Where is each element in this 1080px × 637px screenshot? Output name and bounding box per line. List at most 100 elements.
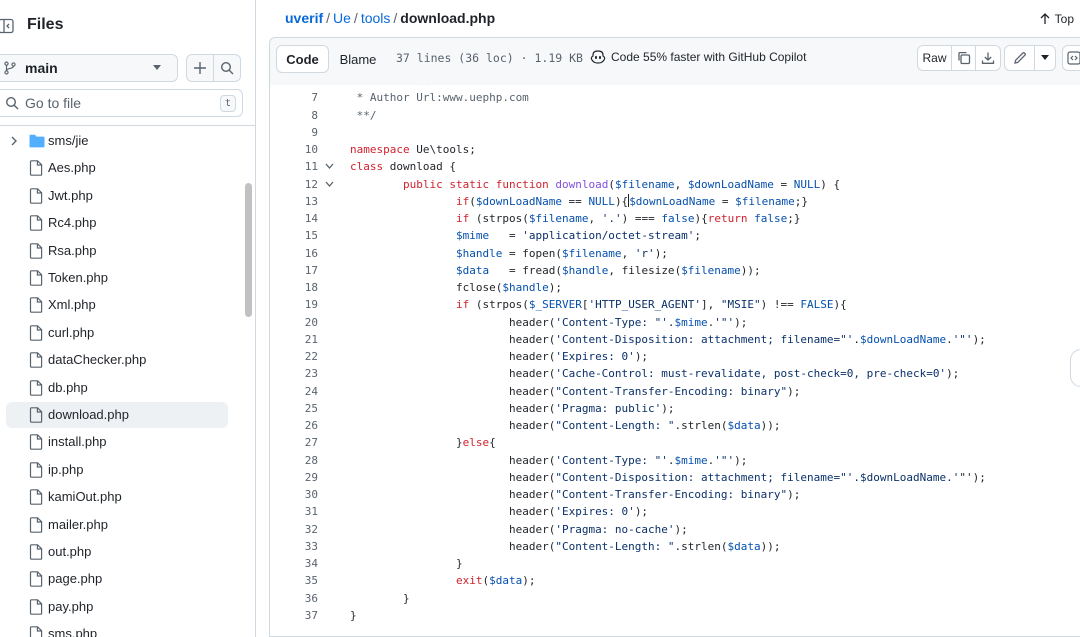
- file-icon: [29, 598, 43, 615]
- tree-file-item[interactable]: Xml.php: [6, 292, 228, 318]
- breadcrumb-repo-link[interactable]: uverif: [285, 10, 323, 26]
- line-number[interactable]: 15: [270, 227, 318, 244]
- line-number[interactable]: 27: [270, 434, 318, 451]
- copy-raw-button[interactable]: [952, 46, 976, 70]
- line-content: if (strpos($filename, '.') === false){re…: [455, 212, 801, 225]
- edit-file-button[interactable]: [1005, 46, 1035, 70]
- go-to-file-input[interactable]: Go to file t: [0, 89, 243, 117]
- line-number[interactable]: 30: [270, 486, 318, 503]
- line-number[interactable]: 16: [270, 245, 318, 262]
- line-number[interactable]: 20: [270, 314, 318, 331]
- search-files-button[interactable]: [213, 54, 241, 82]
- line-number[interactable]: 29: [270, 469, 318, 486]
- code-line: 11 class download {: [270, 158, 1080, 175]
- tree-file-item[interactable]: page.php: [6, 566, 228, 592]
- chevron-right-icon[interactable]: [10, 136, 18, 146]
- line-number[interactable]: 8: [270, 107, 318, 124]
- tree-file-item[interactable]: Aes.php: [6, 155, 228, 181]
- sidebar-scrollbar-thumb[interactable]: [245, 183, 252, 317]
- add-file-button[interactable]: [186, 54, 214, 82]
- code-line: 16 $handle = fopen($filename, 'r');: [270, 245, 1080, 262]
- code-line: 13 if($downLoadName == NULL){$downLoadNa…: [270, 193, 1080, 210]
- code-line: 25 header('Pragma: public');: [270, 400, 1080, 417]
- line-number[interactable]: 21: [270, 331, 318, 348]
- line-number[interactable]: 10: [270, 141, 318, 158]
- chevron-down-icon[interactable]: [325, 181, 334, 188]
- symbols-panel-button[interactable]: [1062, 45, 1080, 71]
- line-number[interactable]: 19: [270, 296, 318, 313]
- raw-button[interactable]: Raw: [918, 46, 952, 70]
- tree-file-item[interactable]: Rsa.php: [6, 238, 228, 264]
- line-number[interactable]: 13: [270, 193, 318, 210]
- tree-file-item[interactable]: Token.php: [6, 265, 228, 291]
- line-number[interactable]: 33: [270, 538, 318, 555]
- line-number[interactable]: 18: [270, 279, 318, 296]
- file-icon: [29, 461, 43, 478]
- line-number[interactable]: 22: [270, 348, 318, 365]
- line-number[interactable]: 11: [270, 158, 318, 175]
- code-view-tab[interactable]: Code: [276, 45, 329, 73]
- code-view[interactable]: 6 * Author QQ:511543937 * Author Url:www…: [269, 85, 1080, 637]
- line-number[interactable]: 37: [270, 607, 318, 624]
- line-number[interactable]: 24: [270, 383, 318, 400]
- caret-down-icon: [1041, 55, 1049, 60]
- file-icon: [29, 297, 43, 314]
- tree-item-label: Rsa.php: [48, 242, 97, 258]
- tree-file-item[interactable]: curl.php: [6, 320, 228, 346]
- tree-file-item[interactable]: kamiOut.php: [6, 484, 228, 510]
- branch-name: main: [25, 60, 58, 76]
- breadcrumb-dir-link[interactable]: Ue: [333, 10, 351, 26]
- file-icon: [29, 571, 43, 588]
- line-number[interactable]: 7: [270, 89, 318, 106]
- tree-file-item[interactable]: pay.php: [6, 594, 228, 620]
- chevron-down-icon[interactable]: [325, 163, 334, 170]
- line-number[interactable]: 34: [270, 555, 318, 572]
- tree-file-item[interactable]: mailer.php: [6, 512, 228, 538]
- tree-file-item[interactable]: sms.php: [6, 621, 228, 637]
- file-icon: [29, 324, 43, 341]
- line-number[interactable]: 9: [270, 124, 318, 141]
- file-icon: [29, 352, 43, 368]
- download-raw-button[interactable]: [976, 46, 1000, 70]
- copilot-promo-link[interactable]: Code 55% faster with GitHub Copilot: [590, 50, 806, 64]
- line-number[interactable]: 32: [270, 521, 318, 538]
- tree-file-item[interactable]: Rc4.php: [6, 210, 228, 236]
- tree-file-item[interactable]: download.php: [6, 402, 228, 428]
- file-icon: [29, 516, 43, 533]
- chevron-down-icon: [153, 65, 161, 70]
- line-number[interactable]: 36: [270, 590, 318, 607]
- file-icon: [29, 407, 43, 423]
- blame-view-tab[interactable]: Blame: [329, 45, 387, 73]
- branch-selector-button[interactable]: main: [0, 54, 178, 82]
- tree-file-item[interactable]: out.php: [6, 539, 228, 565]
- line-number[interactable]: 35: [270, 572, 318, 589]
- line-number[interactable]: 28: [270, 452, 318, 469]
- line-number[interactable]: 26: [270, 417, 318, 434]
- line-content: }: [350, 557, 463, 570]
- view-mode-toggle: Code Blame: [276, 45, 387, 73]
- line-number[interactable]: 12: [270, 176, 318, 193]
- file-icon: [29, 434, 43, 451]
- tree-file-item[interactable]: dataChecker.php: [6, 347, 228, 373]
- tree-file-item[interactable]: Jwt.php: [6, 183, 228, 209]
- edit-options-dropdown[interactable]: [1035, 46, 1055, 70]
- tree-item-label: curl.php: [48, 324, 95, 340]
- line-number[interactable]: 25: [270, 400, 318, 417]
- line-number[interactable]: 31: [270, 503, 318, 520]
- search-icon: [220, 61, 234, 75]
- tree-folder-item[interactable]: sms/jie: [6, 128, 228, 154]
- sidebar-collapse-icon[interactable]: [0, 18, 14, 34]
- breadcrumb-dir-link[interactable]: tools: [361, 10, 391, 26]
- scroll-to-top-button[interactable]: Top: [1040, 12, 1074, 26]
- code-line: 8 **/: [270, 107, 1080, 124]
- line-content: exit($data);: [455, 574, 536, 588]
- keyboard-shortcut-badge: t: [220, 95, 236, 112]
- line-number[interactable]: 14: [270, 210, 318, 227]
- file-header-toolbar: Code Blame 37 lines (36 loc) · 1.19 KB C…: [269, 37, 1080, 85]
- tree-file-item[interactable]: install.php: [6, 429, 228, 455]
- line-number[interactable]: 17: [270, 262, 318, 279]
- line-number[interactable]: 23: [270, 365, 318, 382]
- side-panel-handle[interactable]: [1070, 349, 1080, 387]
- tree-file-item[interactable]: ip.php: [6, 457, 228, 483]
- tree-file-item[interactable]: db.php: [6, 375, 228, 401]
